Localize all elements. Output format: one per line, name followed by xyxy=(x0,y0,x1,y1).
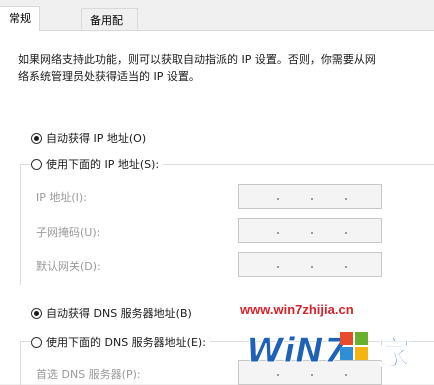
default-gateway-input[interactable] xyxy=(238,252,382,277)
auto-dns-label: 自动获得 DNS 服务器地址(B) xyxy=(46,307,192,320)
ip-dot xyxy=(345,232,347,234)
tab-bar: 常规 备用配置 xyxy=(0,0,434,43)
subnet-mask-label: 子网掩码(U): xyxy=(36,226,101,239)
ip-address-input[interactable] xyxy=(238,184,382,209)
ip-dot xyxy=(345,266,347,268)
ip-address-label: IP 地址(I): xyxy=(36,191,87,204)
auto-dns-radio[interactable] xyxy=(31,307,42,319)
manual-dns-option[interactable]: 使用下面的 DNS 服务器地址(E): xyxy=(31,333,210,351)
manual-dns-label: 使用下面的 DNS 服务器地址(E): xyxy=(46,336,206,349)
manual-dns-radio[interactable] xyxy=(31,336,42,348)
ip-dot xyxy=(345,198,347,200)
win7-logo-icon: WiN7 家 xyxy=(246,331,411,373)
description-text: 如果网络支持此功能，则可以获取自动指派的 IP 设置。否则，你需要从网 络系统管… xyxy=(18,51,418,85)
description-line-1: 如果网络支持此功能，则可以获取自动指派的 IP 设置。否则，你需要从网 xyxy=(18,53,376,66)
ip-dot xyxy=(277,232,279,234)
watermark-brand-cn: 家 xyxy=(378,334,410,372)
auto-ip-label: 自动获得 IP 地址(O) xyxy=(46,132,147,145)
ip-dot xyxy=(277,198,279,200)
watermark-brand-latin: WiN7 xyxy=(246,331,348,371)
ip-dot xyxy=(311,232,313,234)
manual-ip-label: 使用下面的 IP 地址(S): xyxy=(46,158,160,171)
auto-dns-option[interactable]: 自动获得 DNS 服务器地址(B) xyxy=(31,304,192,322)
auto-ip-option[interactable]: 自动获得 IP 地址(O) xyxy=(31,129,146,147)
ip-dot xyxy=(311,266,313,268)
tab-general[interactable]: 常规 xyxy=(0,6,40,31)
ip-dot xyxy=(277,266,279,268)
watermark-url: www.win7zhijia.cn xyxy=(240,302,354,317)
subnet-mask-input[interactable] xyxy=(238,218,382,243)
description-line-2: 络系统管理员处获得适当的 IP 设置。 xyxy=(18,70,200,83)
default-gateway-label: 默认网关(D): xyxy=(36,260,101,273)
preferred-dns-label: 首选 DNS 服务器(P): xyxy=(36,368,141,381)
manual-ip-radio[interactable] xyxy=(31,158,42,170)
manual-ip-option[interactable]: 使用下面的 IP 地址(S): xyxy=(31,155,164,173)
auto-ip-radio[interactable] xyxy=(31,132,42,144)
tab-alternate-config[interactable]: 备用配置 xyxy=(81,8,138,43)
site-watermark: www.win7zhijia.cn WiN7 家 xyxy=(238,300,434,384)
ip-dot xyxy=(311,198,313,200)
